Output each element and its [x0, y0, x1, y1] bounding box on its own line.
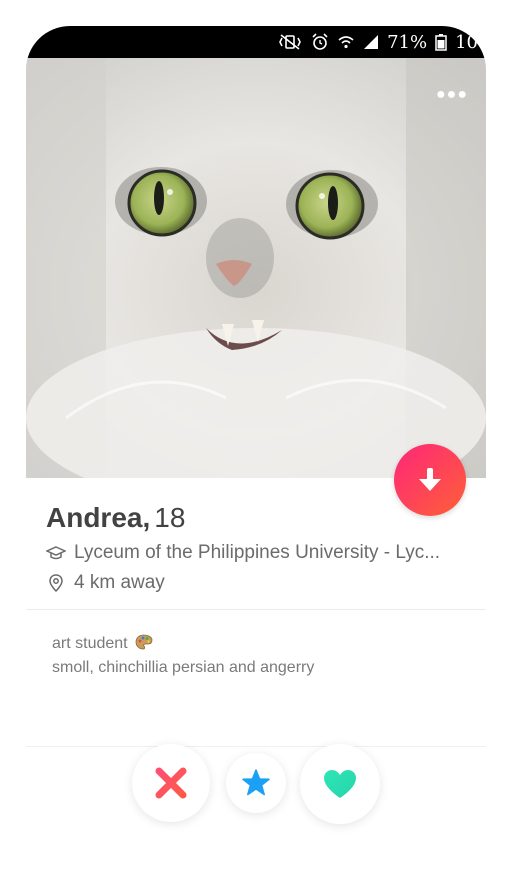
star-icon [242, 769, 270, 796]
graduation-cap-icon [46, 545, 66, 561]
battery-icon [435, 33, 447, 51]
location-pin-icon [46, 574, 66, 592]
signal-icon [363, 33, 379, 51]
distance-text: 4 km away [74, 572, 165, 593]
alarm-icon [311, 33, 329, 51]
profile-info: Andrea, 18 Lyceum of the Philippines Univ… [46, 502, 466, 594]
bio-line: smoll, chinchillia persian and angerry [52, 659, 315, 676]
arrow-down-icon [419, 468, 441, 491]
school-row: Lyceum of the Philippines University - L… [46, 542, 466, 564]
profile-age: 18 [154, 502, 186, 533]
profile-card: 71% 10 ●●● Andrea, 18 Lyceum of the Phil… [26, 26, 486, 870]
profile-heading: Andrea, 18 [46, 502, 466, 534]
mute-vibrate-icon [277, 33, 303, 51]
wifi-icon [337, 33, 355, 51]
like-button[interactable] [300, 744, 380, 824]
bio: art student smoll, chinchillia persian a… [52, 633, 314, 679]
bio-line: art student [52, 633, 314, 657]
divider [26, 609, 486, 610]
nope-button[interactable] [132, 744, 210, 822]
clock: 10 [455, 31, 478, 53]
status-bar: 71% 10 [26, 26, 486, 58]
distance-row: 4 km away [46, 572, 466, 594]
close-icon [155, 767, 187, 799]
super-like-button[interactable] [226, 753, 286, 813]
profile-name: Andrea, [46, 502, 151, 533]
profile-photo[interactable]: ●●● [26, 58, 486, 478]
battery-percent: 71% [387, 31, 428, 53]
photo-indicator: ●●● [436, 86, 468, 103]
action-bar [26, 744, 486, 834]
artist-palette-icon [135, 634, 153, 657]
school-text: Lyceum of the Philippines University - L… [74, 542, 441, 563]
heart-icon [324, 770, 356, 798]
